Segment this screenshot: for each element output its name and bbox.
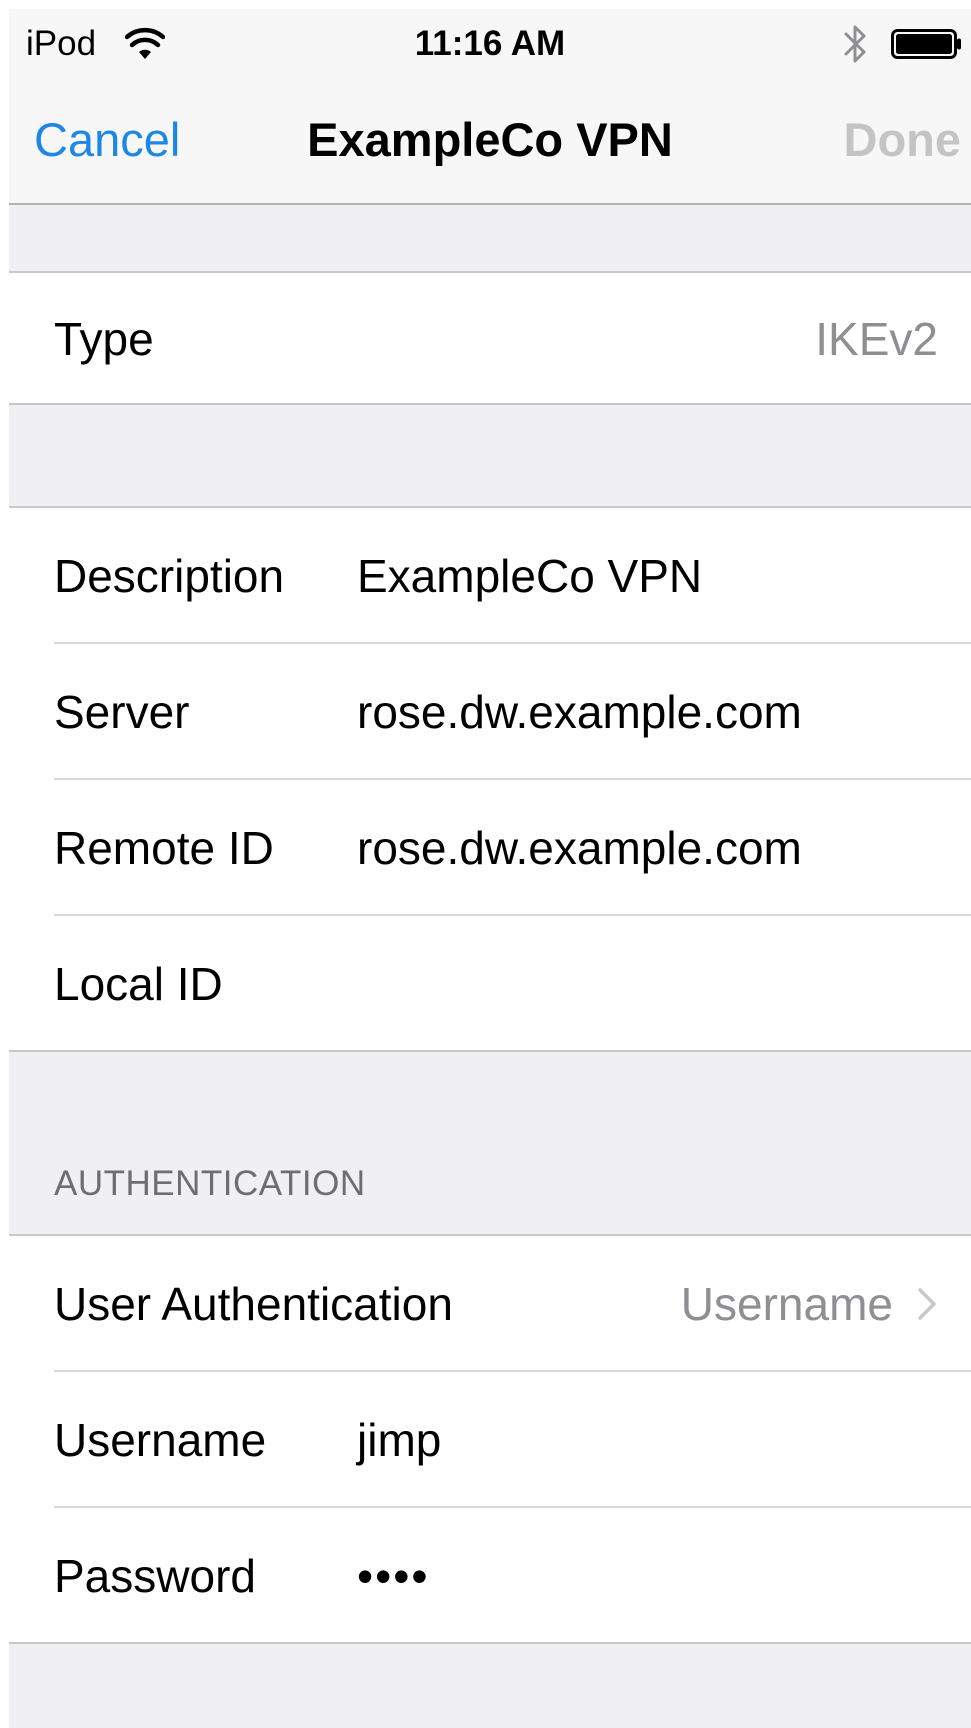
password-field[interactable]: •••• (357, 1548, 429, 1604)
password-row: Password •••• (9, 1508, 971, 1642)
details-group: Description ExampleCo VPN Server rose.dw… (9, 506, 971, 1052)
user-authentication-value: Username (680, 1278, 893, 1330)
username-field[interactable]: jimp (357, 1412, 441, 1468)
chevron-right-icon (918, 1288, 936, 1320)
username-label: Username (54, 1414, 267, 1466)
authentication-group: User Authentication Username Username ji… (9, 1234, 971, 1644)
page-title: ExampleCo VPN (307, 113, 673, 166)
status-time: 11:16 AM (414, 24, 566, 63)
password-label: Password (54, 1550, 256, 1602)
type-row[interactable]: Type IKEv2 (9, 273, 971, 403)
navigation-bar: Cancel ExampleCo VPN Done (9, 82, 971, 205)
user-authentication-label: User Authentication (54, 1278, 453, 1330)
vpn-config-screen: iPod 11:16 AM Cancel ExampleCo VPN Done … (9, 9, 971, 1728)
local-id-row: Local ID (9, 916, 971, 1050)
type-value: IKEv2 (815, 313, 938, 365)
user-authentication-row[interactable]: User Authentication Username (9, 1236, 971, 1372)
description-row: Description ExampleCo VPN (9, 508, 971, 644)
server-row: Server rose.dw.example.com (9, 644, 971, 780)
done-button[interactable]: Done (844, 112, 962, 168)
type-label: Type (54, 313, 154, 365)
remote-id-field[interactable]: rose.dw.example.com (357, 820, 802, 876)
description-label: Description (54, 550, 285, 602)
type-group: Type IKEv2 (9, 271, 971, 405)
server-field[interactable]: rose.dw.example.com (357, 684, 802, 740)
remote-id-row: Remote ID rose.dw.example.com (9, 780, 971, 916)
local-id-label: Local ID (54, 958, 223, 1010)
remote-id-label: Remote ID (54, 822, 274, 874)
bluetooth-icon (844, 25, 866, 63)
description-field[interactable]: ExampleCo VPN (357, 548, 702, 604)
section-header-authentication: AUTHENTICATION (54, 1164, 366, 1203)
server-label: Server (54, 686, 190, 738)
status-bar: iPod 11:16 AM (9, 9, 971, 82)
username-row: Username jimp (9, 1372, 971, 1508)
battery-icon (891, 29, 961, 59)
